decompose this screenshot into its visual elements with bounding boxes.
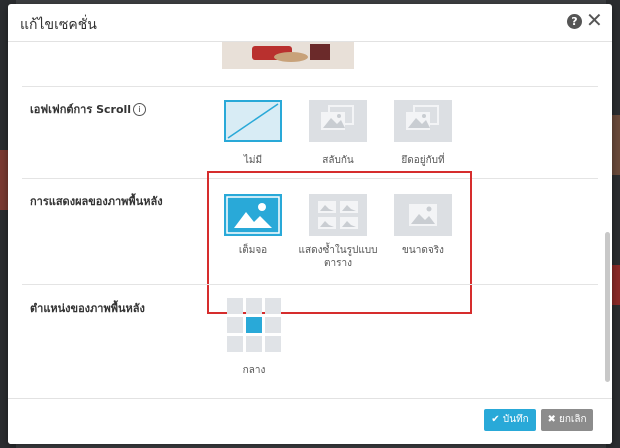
position-bottom-right[interactable]	[265, 336, 281, 352]
position-center[interactable]	[246, 317, 262, 333]
section-preview-thumbnail	[222, 42, 354, 69]
background-display-label: การแสดงผลของภาพพื้นหลัง	[30, 195, 163, 208]
position-bottom-left[interactable]	[227, 336, 243, 352]
divider	[22, 86, 598, 87]
background-position-label: ตำแหน่งของภาพพื้นหลัง	[30, 302, 145, 315]
position-top-left[interactable]	[227, 298, 243, 314]
none-slash-icon	[224, 100, 282, 142]
position-bottom-center[interactable]	[246, 336, 262, 352]
edit-section-modal: แก้ไขเซคชั่น ? ✕ เอฟเฟกต์การ Scroll i ไม่…	[8, 4, 612, 444]
close-icon[interactable]: ✕	[586, 10, 603, 30]
info-icon[interactable]: i	[133, 103, 147, 116]
modal-title: แก้ไขเซคชั่น	[20, 17, 97, 33]
save-button[interactable]: ✔ บันทึก	[484, 409, 536, 431]
scrollbar[interactable]	[605, 232, 610, 382]
modal-body: เอฟเฟกต์การ Scroll i ไม่มี สลับกัน ยึดอย…	[8, 42, 612, 398]
position-grid	[227, 298, 283, 354]
position-top-right[interactable]	[265, 298, 281, 314]
position-top-center[interactable]	[246, 298, 262, 314]
position-middle-left[interactable]	[227, 317, 243, 333]
cancel-button[interactable]: ✖ ยกเลิก	[541, 409, 593, 431]
scroll-effect-label: เอฟเฟกต์การ Scroll i	[30, 100, 147, 118]
modal-header: แก้ไขเซคชั่น ? ✕	[8, 4, 612, 42]
position-selected-label: กลาง	[242, 365, 266, 376]
modal-footer: ✔ บันทึก ✖ ยกเลิก	[8, 398, 612, 444]
highlight-annotation	[207, 171, 472, 314]
parallax-image-icon	[309, 100, 367, 142]
help-icon[interactable]: ?	[567, 14, 582, 29]
divider	[22, 284, 598, 285]
fixed-image-icon	[394, 100, 452, 142]
position-middle-right[interactable]	[265, 317, 281, 333]
